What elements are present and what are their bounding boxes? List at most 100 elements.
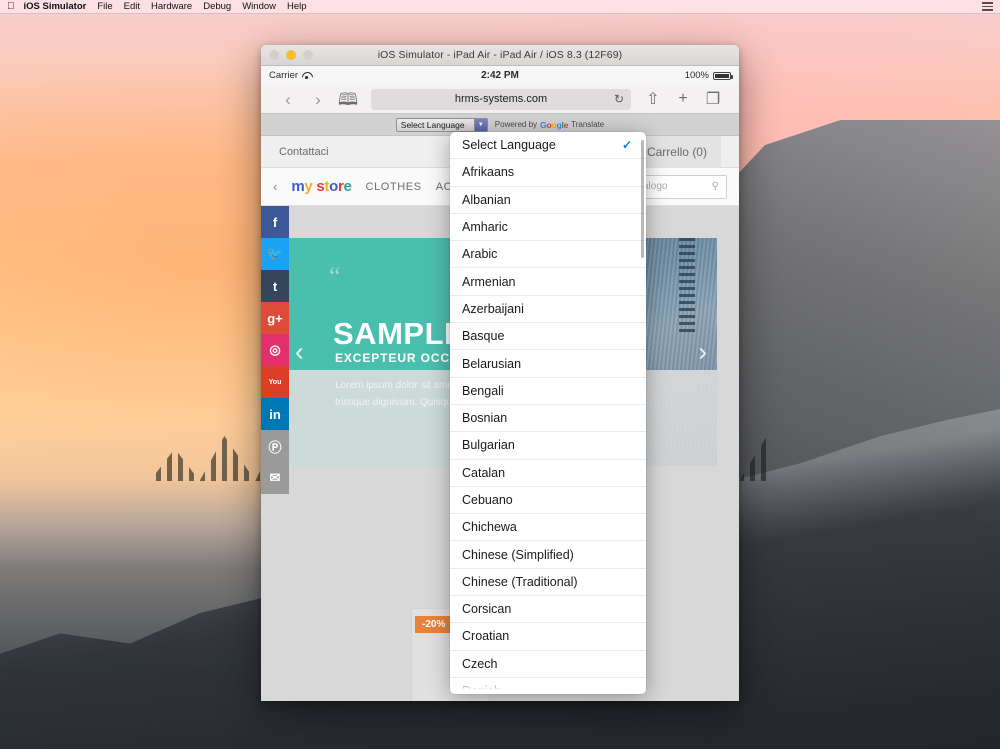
- contact-link[interactable]: Contattaci: [279, 146, 329, 158]
- popover-scrollbar[interactable]: [641, 140, 644, 258]
- search-icon[interactable]: ⚲: [712, 181, 719, 192]
- language-option[interactable]: Arabic: [450, 241, 646, 269]
- language-option-label: Chichewa: [462, 520, 517, 535]
- list-menu-icon[interactable]: [982, 2, 993, 11]
- language-option[interactable]: Danish: [450, 678, 646, 694]
- language-option[interactable]: Czech: [450, 651, 646, 678]
- language-option[interactable]: Select Language ✓: [450, 132, 646, 160]
- address-bar[interactable]: hrms-systems.com ↻: [371, 88, 631, 110]
- social-youtube-icon[interactable]: You: [261, 366, 289, 398]
- language-option[interactable]: Afrikaans: [450, 159, 646, 187]
- language-option-label: Chinese (Traditional): [462, 574, 578, 589]
- status-bar-time: 2:42 PM: [481, 70, 519, 81]
- menu-item-help[interactable]: Help: [287, 1, 307, 12]
- google-logo: Google: [540, 119, 569, 130]
- language-option[interactable]: Bosnian: [450, 405, 646, 433]
- language-option-list[interactable]: Select Language ✓ Afrikaans Albanian Amharic…: [450, 132, 646, 694]
- discount-badge: -20%: [415, 616, 453, 633]
- language-option[interactable]: Armenian: [450, 268, 646, 296]
- language-option[interactable]: Catalan: [450, 460, 646, 487]
- hero-prev-arrow-icon[interactable]: ‹: [295, 337, 304, 368]
- language-option-label: Basque: [462, 329, 505, 344]
- language-option-label: Azerbaijani: [462, 301, 524, 316]
- language-option[interactable]: Chinese (Simplified): [450, 541, 646, 569]
- nav-prev-icon[interactable]: ‹: [273, 179, 277, 194]
- search-placeholder: alogo: [643, 181, 668, 192]
- safari-right-icons: ⇧ + ❐: [639, 89, 727, 109]
- language-option[interactable]: Cebuano: [450, 487, 646, 515]
- site-search-input[interactable]: alogo ⚲: [635, 174, 727, 199]
- url-text: hrms-systems.com: [454, 93, 548, 105]
- menu-item-window[interactable]: Window: [242, 1, 276, 12]
- language-option-label: Armenian: [462, 274, 516, 289]
- language-option-label: Bengali: [462, 383, 504, 398]
- checkmark-icon: ✓: [621, 138, 632, 153]
- social-email-icon[interactable]: ✉: [261, 462, 289, 494]
- menu-item-hardware[interactable]: Hardware: [151, 1, 192, 12]
- battery-full-icon: [713, 71, 733, 80]
- powered-by-label: Powered by: [494, 120, 538, 129]
- language-select-dropdown[interactable]: Select Language ▼: [395, 117, 488, 132]
- language-option[interactable]: Albanian: [450, 187, 646, 214]
- window-titlebar[interactable]: iOS Simulator - iPad Air - iPad Air / iO…: [261, 45, 739, 66]
- menu-item-file[interactable]: File: [97, 1, 112, 12]
- language-option-label: Cebuano: [462, 493, 513, 507]
- forward-button[interactable]: ›: [303, 91, 333, 108]
- language-option[interactable]: Belarusian: [450, 350, 646, 378]
- language-option-label: Corsican: [462, 602, 512, 617]
- language-option[interactable]: Bulgarian: [450, 432, 646, 460]
- translate-label: Translate: [571, 120, 605, 129]
- language-option-label: Catalan: [462, 465, 506, 480]
- menubar-status-area: [982, 2, 993, 11]
- hero-quote-mark: “: [329, 262, 341, 291]
- language-option-label: Amharic: [462, 220, 508, 235]
- chevron-down-icon[interactable]: ▼: [473, 118, 487, 131]
- language-option-label: Albanian: [462, 192, 511, 207]
- language-option[interactable]: Corsican: [450, 596, 646, 624]
- powered-by-google-translate: Powered by Google Translate: [495, 120, 604, 130]
- language-option-label: Danish: [462, 684, 501, 694]
- language-option-label: Select Language: [462, 138, 556, 153]
- back-button[interactable]: ‹: [273, 91, 303, 108]
- hero-title: SAMPLE: [333, 316, 466, 351]
- language-option-label: Belarusian: [462, 356, 522, 371]
- social-linkedin-icon[interactable]: in: [261, 398, 289, 430]
- language-select-value: Select Language: [400, 119, 465, 130]
- reload-icon[interactable]: ↻: [614, 92, 624, 106]
- desktop-wallpaper:  iOS Simulator File Edit Hardware Debug…: [0, 0, 1000, 749]
- language-option[interactable]: Chichewa: [450, 514, 646, 542]
- social-pinterest-icon[interactable]: Ⓟ: [261, 430, 289, 462]
- language-option[interactable]: Azerbaijani: [450, 296, 646, 324]
- language-option-label: Croatian: [462, 629, 510, 644]
- apple-logo-icon[interactable]: : [7, 1, 15, 12]
- social-tumblr-icon[interactable]: t: [261, 270, 289, 302]
- store-logo[interactable]: my store: [291, 178, 351, 195]
- hero-subtitle: EXCEPTEUR OCCAE: [335, 351, 469, 365]
- menu-item-debug[interactable]: Debug: [203, 1, 231, 12]
- share-icon[interactable]: ⇧: [639, 89, 667, 109]
- language-option[interactable]: Bengali: [450, 378, 646, 405]
- social-twitter-icon[interactable]: 🐦: [261, 238, 289, 270]
- language-dropdown-popover[interactable]: Select Language ✓ Afrikaans Albanian Amharic…: [450, 132, 646, 694]
- language-option[interactable]: Croatian: [450, 623, 646, 651]
- menu-item-edit[interactable]: Edit: [124, 1, 140, 12]
- tabs-icon[interactable]: ❐: [699, 89, 727, 109]
- social-instagram-icon[interactable]: ◎: [261, 334, 289, 366]
- language-option[interactable]: Amharic: [450, 214, 646, 242]
- hero-next-arrow-icon[interactable]: ›: [698, 337, 707, 368]
- window-title: iOS Simulator - iPad Air - iPad Air / iO…: [377, 49, 623, 61]
- new-tab-icon[interactable]: +: [669, 90, 697, 108]
- bookmarks-button[interactable]: 🕮: [333, 91, 363, 108]
- denim-stitch-detail: [679, 238, 696, 334]
- language-option[interactable]: Basque: [450, 323, 646, 351]
- social-googleplus-icon[interactable]: g+: [261, 302, 289, 334]
- macos-menubar:  iOS Simulator File Edit Hardware Debug…: [0, 0, 1000, 14]
- language-option-label: Bosnian: [462, 411, 508, 426]
- language-option[interactable]: Chinese (Traditional): [450, 569, 646, 597]
- language-option-label: Arabic: [462, 247, 498, 262]
- language-option-label: Afrikaans: [462, 165, 515, 180]
- nav-link-clothes[interactable]: CLOTHES: [366, 181, 422, 193]
- menu-item-app[interactable]: iOS Simulator: [24, 1, 87, 12]
- social-facebook-icon[interactable]: f: [261, 206, 289, 238]
- language-option-label: Czech: [462, 656, 498, 671]
